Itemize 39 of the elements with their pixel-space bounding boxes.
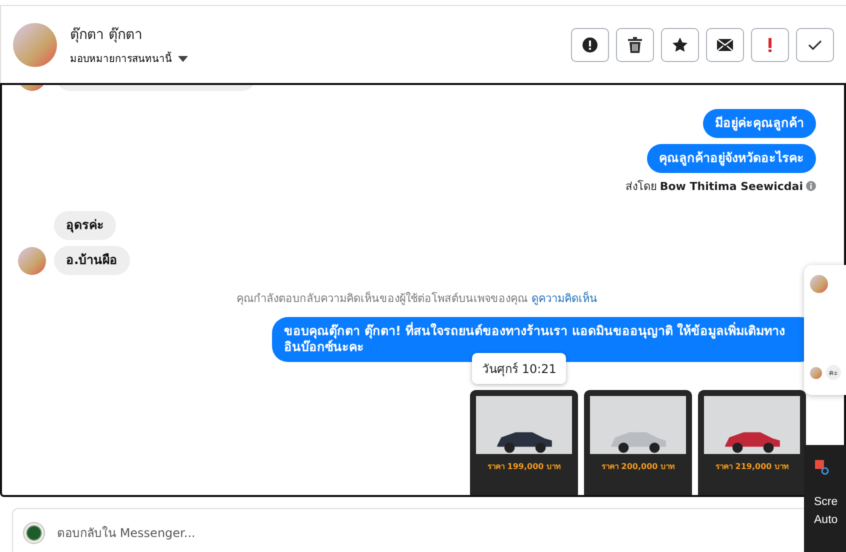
trash-icon [628, 36, 642, 52]
sent-message: คุณลูกค้าอยู่จังหวัดอะไรคะ [647, 144, 816, 173]
avatar [18, 246, 46, 274]
alert-icon [582, 36, 598, 52]
page-logo [23, 522, 45, 544]
car-card[interactable]: ราคา 200,000 บาท [584, 390, 692, 495]
car-card[interactable]: ราคา 219,000 บาท [698, 390, 806, 495]
sender-label: ส่งโดย Bow Thitima Seewicdai [625, 178, 803, 195]
caret-icon [178, 56, 188, 62]
car-card[interactable]: ราคา 199,000 บาท [470, 390, 578, 495]
notification-title: Scre [814, 495, 839, 510]
received-message: อุดรค่ะ [54, 210, 116, 240]
notice-text: คุณกำลังตอบกลับความคิดเห็นของผู้ใช้ต่อโพสต์บนเพจของคุณ [236, 290, 528, 306]
reply-input[interactable]: ตอบกลับใน Messenger... [55, 525, 841, 541]
check-icon [808, 40, 822, 50]
avatar [810, 275, 828, 293]
sent-message: มีอยู่ค่ะคุณลูกค้า [703, 109, 816, 138]
avatar [810, 366, 822, 378]
price-text: ราคา 219,000 บาท [714, 461, 790, 474]
info-icon [806, 180, 816, 191]
done-button[interactable] [796, 28, 834, 62]
delete-button[interactable] [616, 28, 654, 62]
snipping-tool-icon [814, 459, 830, 475]
star-icon [672, 36, 688, 52]
envelope-icon [717, 38, 733, 50]
avatar [13, 22, 57, 66]
important-button[interactable] [751, 28, 789, 62]
mail-button[interactable] [706, 28, 744, 62]
notification-body: Auto [814, 513, 839, 528]
star-button[interactable] [661, 28, 699, 62]
received-message: อ.บ้านผือ [54, 246, 130, 274]
timestamp-tooltip: วันศุกร์ 10:21 [472, 353, 566, 384]
view-comment-link[interactable]: ดูความคิดเห็น [532, 288, 598, 306]
contact-name: ตุ๊กตา ตุ๊กตา [70, 26, 144, 45]
assign-conversation-button[interactable]: มอบหมายการสนทนานี้ [70, 51, 188, 66]
exclamation-icon [768, 38, 772, 52]
price-text: ราคา 199,000 บาท [486, 461, 562, 474]
price-text: ราคา 200,000 บาท [600, 461, 676, 474]
report-button[interactable] [571, 28, 609, 62]
